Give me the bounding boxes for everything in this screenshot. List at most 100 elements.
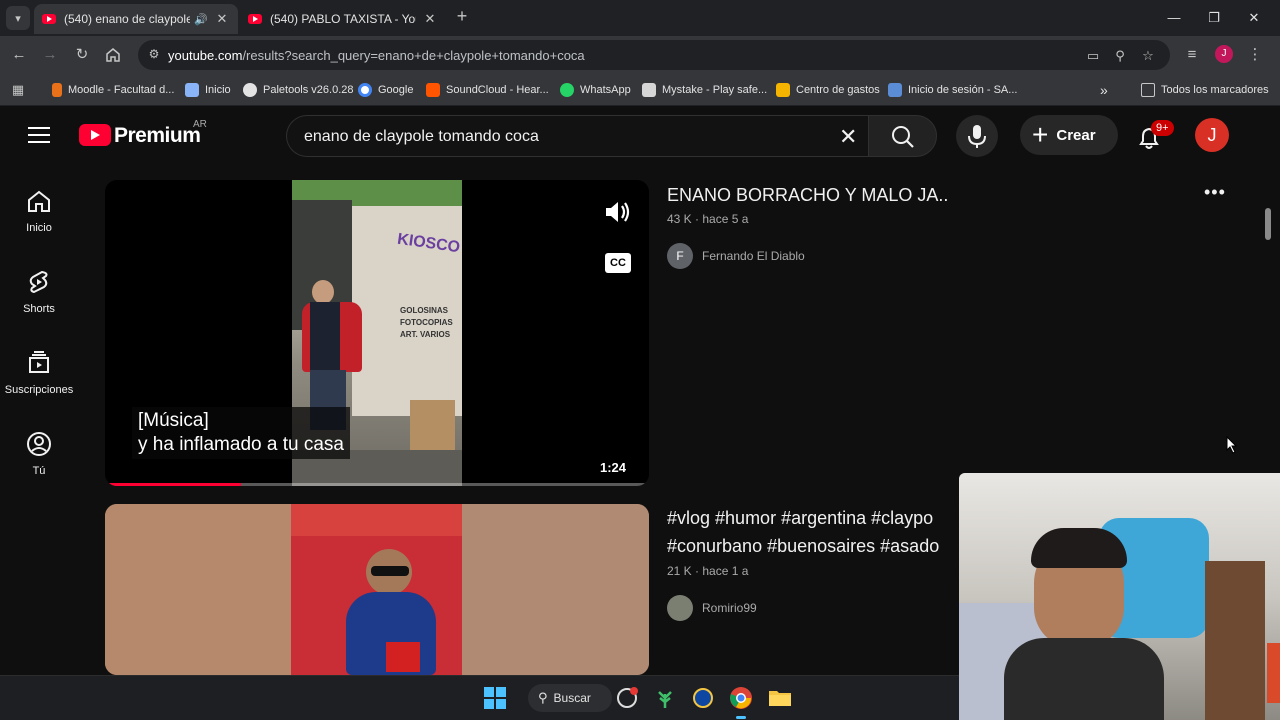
nav-item-suscripciones[interactable]: Suscripciones <box>0 350 78 420</box>
new-tab-button[interactable]: + <box>452 6 472 30</box>
tab-search-button[interactable]: ▾ <box>6 6 30 30</box>
windows-taskbar: ⚲ Buscar <box>0 675 959 720</box>
youtube-premium-logo[interactable]: Premium <box>114 124 201 148</box>
chrome-app-icon[interactable] <box>729 686 753 710</box>
plus-icon: + <box>1032 119 1049 150</box>
plant-app-icon[interactable] <box>653 686 677 710</box>
apps-grid-icon[interactable]: ▦ <box>6 78 30 102</box>
search-query[interactable]: enano de claypole tomando coca <box>304 128 539 146</box>
channel-avatar[interactable]: F <box>667 243 693 269</box>
country-code: AR <box>193 119 207 130</box>
microphone-icon <box>968 125 986 148</box>
bookmark-whatsapp[interactable]: WhatsApp <box>560 81 631 99</box>
search-icon: ⚲ <box>538 690 548 705</box>
media-controls-icon[interactable]: ≡ <box>1180 43 1204 67</box>
bookmark-all-folder[interactable]: Todos los marcadores <box>1141 81 1269 99</box>
volume-icon[interactable] <box>603 198 633 231</box>
bookmark-soundcloud[interactable]: SoundCloud - Hear... <box>426 81 549 99</box>
whatsapp-icon <box>560 83 574 97</box>
user-circle-icon <box>27 432 51 456</box>
webcam-overlay <box>959 473 1280 720</box>
video-title[interactable]: #vlog #humor #argentina #claypo <box>667 508 933 529</box>
url-text[interactable]: youtube.com/results?search_query=enano+d… <box>168 48 585 63</box>
tab-close-icon[interactable]: ✕ <box>214 11 230 27</box>
windows-start-icon[interactable] <box>483 686 507 710</box>
bookmark-google[interactable]: Google <box>358 81 413 99</box>
search-button[interactable] <box>868 115 937 157</box>
voice-search-button[interactable] <box>956 115 998 157</box>
tab-title: (540) PABLO TAXISTA - YouTube <box>270 12 416 26</box>
closed-captions-button[interactable]: CC <box>605 253 631 273</box>
taskbar-search[interactable]: ⚲ Buscar <box>528 684 612 712</box>
tab-close-icon[interactable]: ✕ <box>422 11 438 27</box>
window-close-button[interactable]: ✕ <box>1234 6 1274 30</box>
forward-arrow-icon[interactable]: → <box>38 43 62 67</box>
bookmark-centro-gastos[interactable]: Centro de gastos <box>776 81 880 99</box>
file-explorer-icon[interactable] <box>768 686 792 710</box>
tab-youtube-2[interactable]: (540) PABLO TAXISTA - YouTube ✕ <box>240 4 446 34</box>
create-label: Crear <box>1056 126 1096 144</box>
tab-active-youtube[interactable]: (540) enano de claypole tom 🔊 ✕ <box>34 4 238 34</box>
profile-avatar[interactable]: J <box>1215 45 1233 63</box>
create-button[interactable]: + Crear <box>1020 115 1118 155</box>
channel-name[interactable]: Romirio99 <box>702 601 757 615</box>
video-progress-track[interactable] <box>105 483 649 486</box>
channel-avatar[interactable] <box>667 595 693 621</box>
speaker-icon[interactable]: 🔊 <box>194 13 208 26</box>
notification-count-badge: 9+ <box>1151 120 1174 136</box>
video-frame <box>291 504 462 675</box>
more-options-icon[interactable]: ••• <box>1204 182 1226 203</box>
bookmark-inicio-sesion[interactable]: Inicio de sesión - SA... <box>888 81 1017 99</box>
menu-icon[interactable] <box>28 125 50 143</box>
globe-icon <box>243 83 257 97</box>
nav-item-tu[interactable]: Tú <box>0 431 78 501</box>
tab-title: (540) enano de claypole tom <box>64 12 191 26</box>
minimize-button[interactable]: — <box>1154 6 1194 30</box>
receipt-icon <box>776 83 790 97</box>
youtube-favicon-icon <box>42 14 56 24</box>
page-icon <box>185 83 199 97</box>
install-app-icon[interactable]: ▭ <box>1083 46 1103 66</box>
home-icon[interactable] <box>101 43 125 67</box>
video-background <box>310 302 340 372</box>
video-thumbnail[interactable] <box>105 504 649 675</box>
account-avatar[interactable]: J <box>1195 118 1229 152</box>
zoom-icon[interactable]: ⚲ <box>1110 46 1130 66</box>
game-launcher-icon[interactable] <box>691 686 715 710</box>
video-meta: 43 K · hace 5 a <box>667 212 749 226</box>
youtube-favicon-icon <box>248 14 262 24</box>
video-thumbnail-playing[interactable]: KIOSCO GOLOSINAS FOTOCOPIAS ART. VARIOS … <box>105 180 649 486</box>
address-bar[interactable]: ⚙ youtube.com/results?search_query=enano… <box>138 40 1170 70</box>
video-background <box>105 504 291 675</box>
nav-item-shorts[interactable]: Shorts <box>0 269 78 339</box>
channel-link[interactable]: F Fernando El Diablo <box>667 243 805 269</box>
clear-search-icon[interactable]: ✕ <box>839 124 857 150</box>
widgets-app-icon[interactable] <box>615 686 639 710</box>
video-title[interactable]: #conurbano #buenosaires #asado <box>667 536 939 557</box>
video-title[interactable]: ENANO BORRACHO Y MALO JA.. <box>667 185 948 206</box>
bookmark-mystake[interactable]: Mystake - Play safe... <box>642 81 767 99</box>
bookmark-star-icon[interactable]: ☆ <box>1138 46 1158 66</box>
site-info-icon[interactable]: ⚙ <box>146 47 162 63</box>
kiosk-list-text: GOLOSINAS FOTOCOPIAS ART. VARIOS <box>400 306 453 339</box>
caption-overlay: [Música] y ha inflamado a tu casa <box>132 407 350 459</box>
reload-icon[interactable]: ↻ <box>70 43 94 67</box>
back-arrow-icon[interactable]: ← <box>7 43 31 67</box>
chrome-menu-icon[interactable]: ⋮ <box>1243 43 1267 67</box>
scrollbar-thumb[interactable] <box>1265 208 1271 240</box>
bookmark-inicio[interactable]: Inicio <box>185 81 231 99</box>
more-bookmarks-icon[interactable]: » <box>1100 81 1108 99</box>
folder-icon <box>1141 83 1155 97</box>
restore-button[interactable]: ❐ <box>1194 6 1234 30</box>
search-input[interactable]: enano de claypole tomando coca ✕ <box>286 115 868 157</box>
youtube-logo-icon[interactable] <box>79 124 111 146</box>
nav-label: Suscripciones <box>4 384 74 396</box>
nav-label: Tú <box>32 465 46 477</box>
bookmark-paletools[interactable]: Paletools v26.0.28 <box>243 81 354 99</box>
channel-link[interactable]: Romirio99 <box>667 595 757 621</box>
nav-label: Inicio <box>26 222 52 234</box>
mystake-icon <box>642 83 656 97</box>
bookmark-moodle[interactable]: Moodle - Facultad d... <box>52 81 174 99</box>
nav-item-inicio[interactable]: Inicio <box>0 188 78 258</box>
channel-name[interactable]: Fernando El Diablo <box>702 249 805 263</box>
